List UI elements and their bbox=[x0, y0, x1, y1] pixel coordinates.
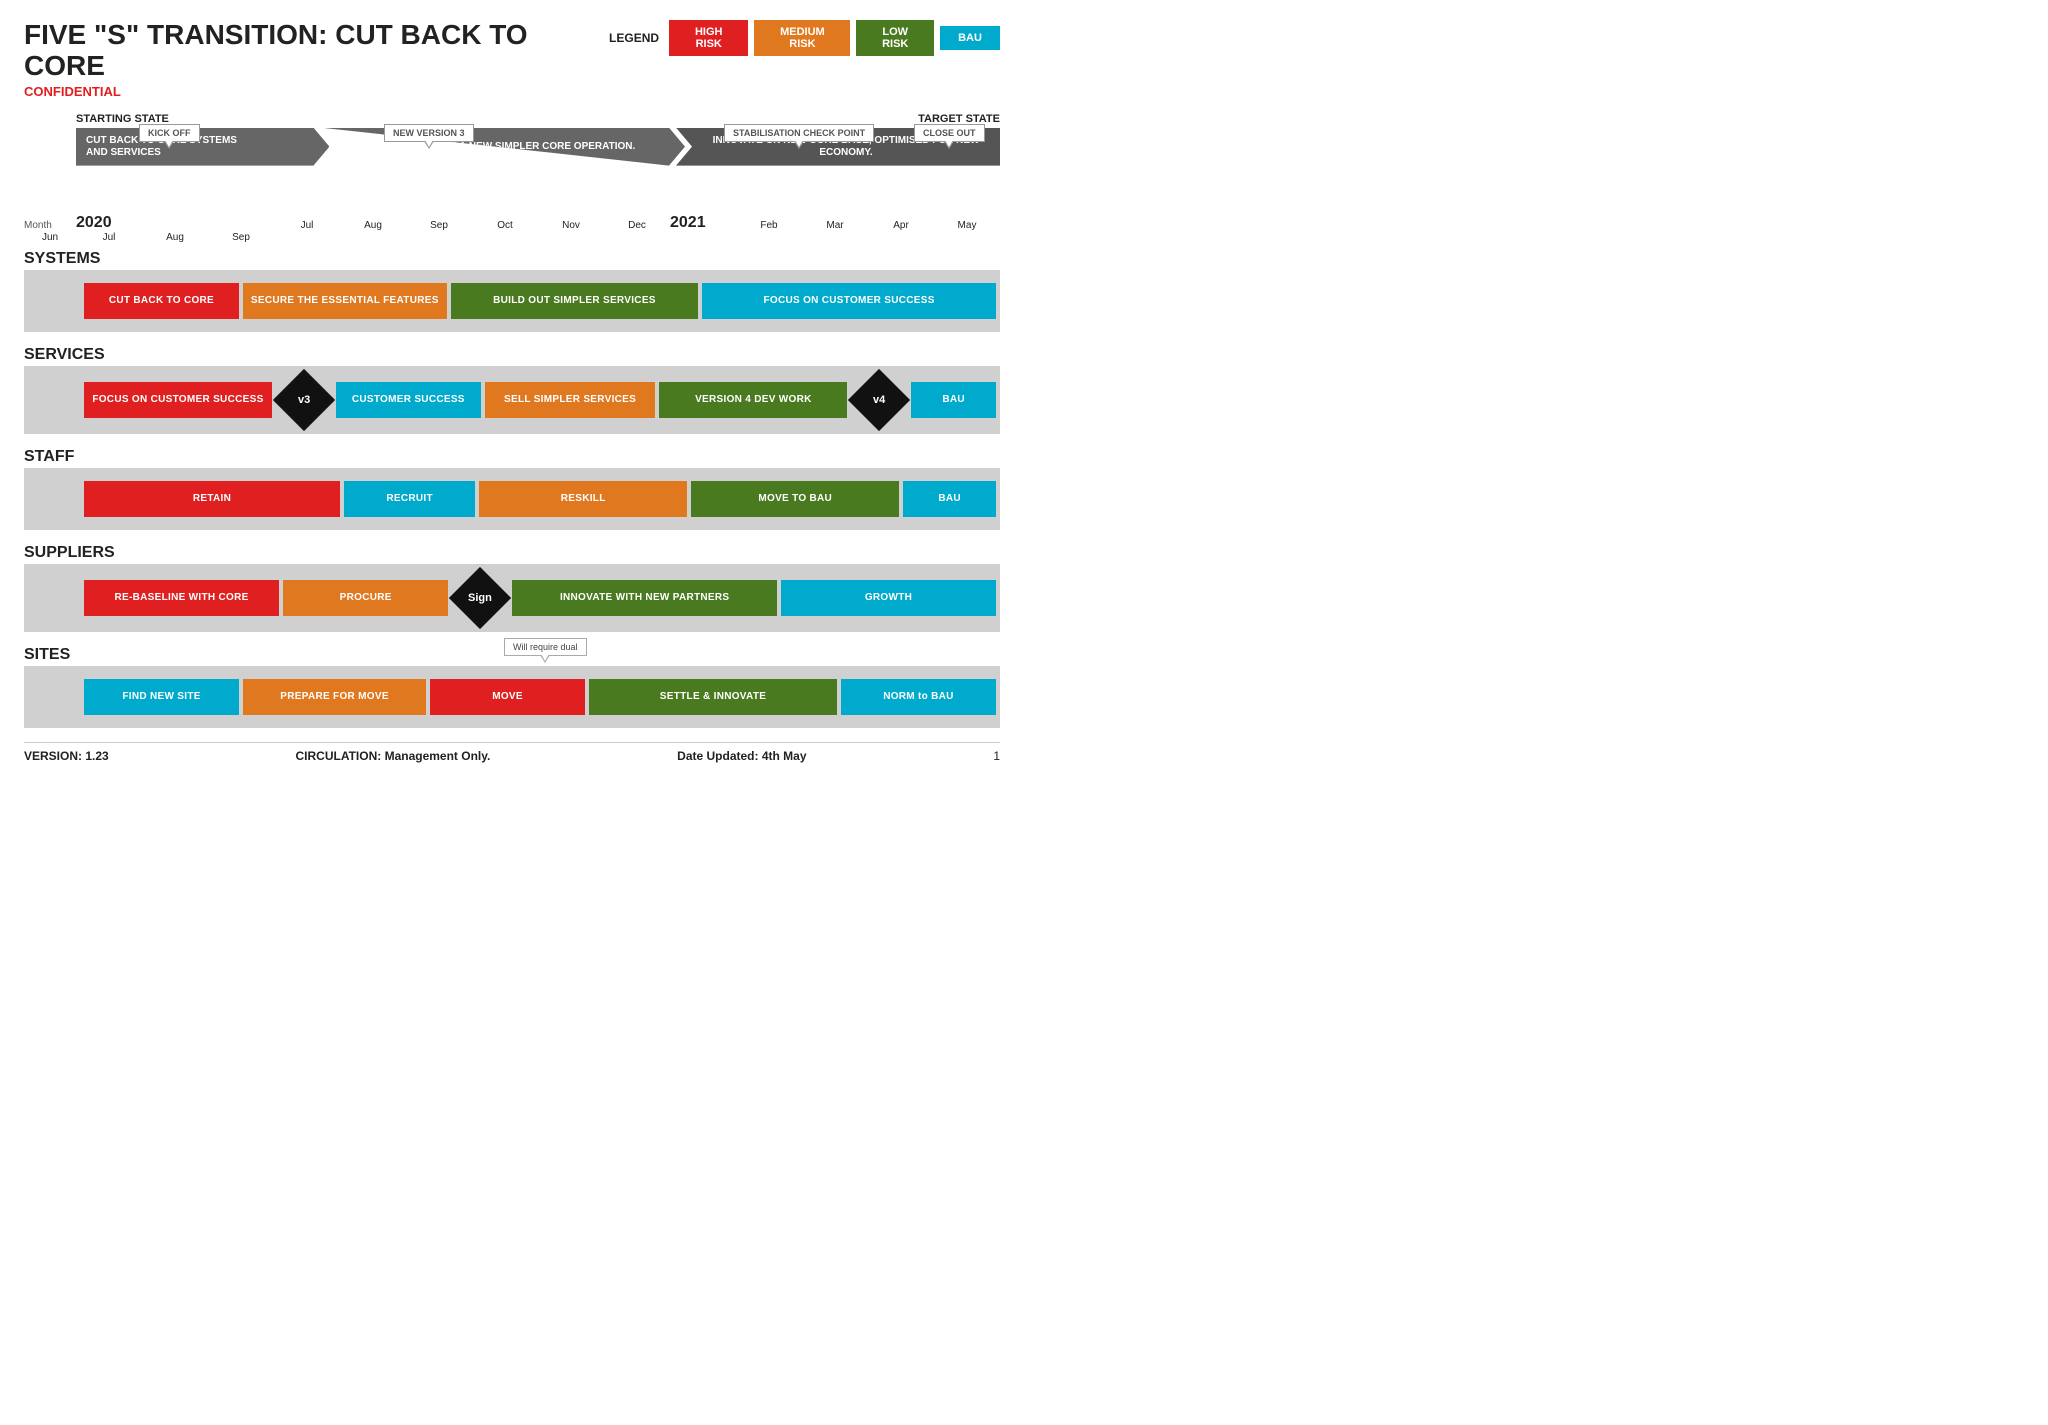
bar-growth: GROWTH bbox=[781, 580, 996, 616]
year-2020: 2020 bbox=[76, 214, 112, 232]
month-feb: Feb bbox=[736, 220, 802, 232]
bar-innovate-partners: INNOVATE WITH NEW PARTNERS bbox=[512, 580, 777, 616]
bar-prepare-move: PREPARE FOR MOVE bbox=[243, 679, 426, 715]
callout-stabilisation: STABILISATION CHECK POINT bbox=[724, 124, 874, 142]
staff-lane: RETAIN RECRUIT RESKILL MOVE TO BAU BAU bbox=[24, 468, 1000, 530]
bar-customer-success: CUSTOMER SUCCESS bbox=[336, 382, 481, 418]
arrow-buildout: BUILD OUT FROM A NEW SIMPLER CORE OPERAT… bbox=[320, 128, 685, 166]
sites-lane: FIND NEW SITE PREPARE FOR MOVE MOVE SETT… bbox=[24, 666, 1000, 728]
bar-bau-staff: BAU bbox=[903, 481, 996, 517]
systems-lane: CUT BACK TO CORE SECURE THE ESSENTIAL FE… bbox=[24, 270, 1000, 332]
footer: VERSION: 1.23 CIRCULATION: Management On… bbox=[24, 742, 1000, 763]
bar-version4-dev: VERSION 4 DEV WORK bbox=[659, 382, 847, 418]
diamond-sign: Sign bbox=[449, 566, 511, 628]
footer-date: Date Updated: 4th May bbox=[677, 749, 806, 763]
legend-low-risk: LOW RISK bbox=[856, 20, 934, 56]
footer-circulation: CIRCULATION: Management Only. bbox=[295, 749, 490, 763]
bar-find-site: FIND NEW SITE bbox=[84, 679, 239, 715]
bar-move: MOVE bbox=[430, 679, 585, 715]
timeline-grid: STARTING STATE TARGET STATE CUT BACK TO … bbox=[24, 113, 1000, 244]
bar-bau-svc: BAU bbox=[911, 382, 996, 418]
month-dec: Dec bbox=[604, 220, 670, 232]
month-label-prefix: Month bbox=[24, 220, 76, 232]
month-sep2: Sep bbox=[208, 232, 274, 244]
month-apr: Apr bbox=[868, 220, 934, 232]
confidential-label: CONFIDENTIAL bbox=[24, 84, 609, 99]
footer-version: VERSION: 1.23 bbox=[24, 749, 109, 763]
month-nov: Nov bbox=[538, 220, 604, 232]
bar-norm-bau: NORM to BAU bbox=[841, 679, 996, 715]
bar-sell-simpler: SELL SIMPLER SERVICES bbox=[485, 382, 656, 418]
staff-title: STAFF bbox=[24, 442, 1000, 468]
bar-recruit: RECRUIT bbox=[344, 481, 475, 517]
legend-medium-risk: MEDIUM RISK bbox=[754, 20, 850, 56]
tooltip-dual: Will require dual bbox=[504, 638, 587, 656]
month-aug2: Aug bbox=[142, 232, 208, 244]
month-may: May bbox=[934, 220, 1000, 232]
footer-page: 1 bbox=[993, 749, 1000, 763]
services-lane: FOCUS ON CUSTOMER SUCCESS v3 CUSTOMER SU… bbox=[24, 366, 1000, 434]
callout-kickoff: KICK OFF bbox=[139, 124, 200, 142]
legend-bau: BAU bbox=[940, 26, 1000, 50]
callout-closeout: CLOSE OUT bbox=[914, 124, 985, 142]
month-aug: Aug bbox=[340, 220, 406, 232]
legend-high-risk: HIGH RISK bbox=[669, 20, 748, 56]
legend-label: LEGEND bbox=[609, 31, 659, 45]
bar-focus-customer-svc: FOCUS ON CUSTOMER SUCCESS bbox=[84, 382, 272, 418]
bar-cut-back-to-core: CUT BACK TO CORE bbox=[84, 283, 239, 319]
month-jul2: Jul bbox=[76, 232, 142, 244]
bar-retain: RETAIN bbox=[84, 481, 340, 517]
diamond-v4: v4 bbox=[848, 368, 910, 430]
suppliers-lane: RE-BASELINE WITH CORE PROCURE Sign INNOV… bbox=[24, 564, 1000, 632]
systems-title: SYSTEMS bbox=[24, 244, 1000, 270]
bar-build-simpler: BUILD OUT SIMPLER SERVICES bbox=[451, 283, 699, 319]
suppliers-title: SUPPLIERS bbox=[24, 538, 1000, 564]
year-2021: 2021 bbox=[670, 214, 706, 232]
bar-focus-customer: FOCUS ON CUSTOMER SUCCESS bbox=[702, 283, 996, 319]
services-title: SERVICES bbox=[24, 340, 1000, 366]
bar-procure: PROCURE bbox=[283, 580, 448, 616]
month-oct: Oct bbox=[472, 220, 538, 232]
bar-rebaseline: RE-BASELINE WITH CORE bbox=[84, 580, 279, 616]
bar-secure-essential: SECURE THE ESSENTIAL FEATURES bbox=[243, 283, 447, 319]
arrow-cutback: CUT BACK TO CORE SYSTEMS AND SERVICES bbox=[76, 128, 329, 166]
month-jul: Jul bbox=[274, 220, 340, 232]
callout-version3: NEW VERSION 3 bbox=[384, 124, 474, 142]
diamond-v3: v3 bbox=[273, 368, 335, 430]
bar-reskill: RESKILL bbox=[479, 481, 687, 517]
legend-area: LEGEND HIGH RISK MEDIUM RISK LOW RISK BA… bbox=[609, 20, 1000, 56]
month-sep: Sep bbox=[406, 220, 472, 232]
month-mar: Mar bbox=[802, 220, 868, 232]
page-title: FIVE "S" TRANSITION: CUT BACK TO CORE bbox=[24, 20, 609, 82]
month-jun: Jun bbox=[24, 232, 76, 244]
bar-move-to-bau: MOVE TO BAU bbox=[691, 481, 899, 517]
bar-settle-innovate: SETTLE & INNOVATE bbox=[589, 679, 837, 715]
